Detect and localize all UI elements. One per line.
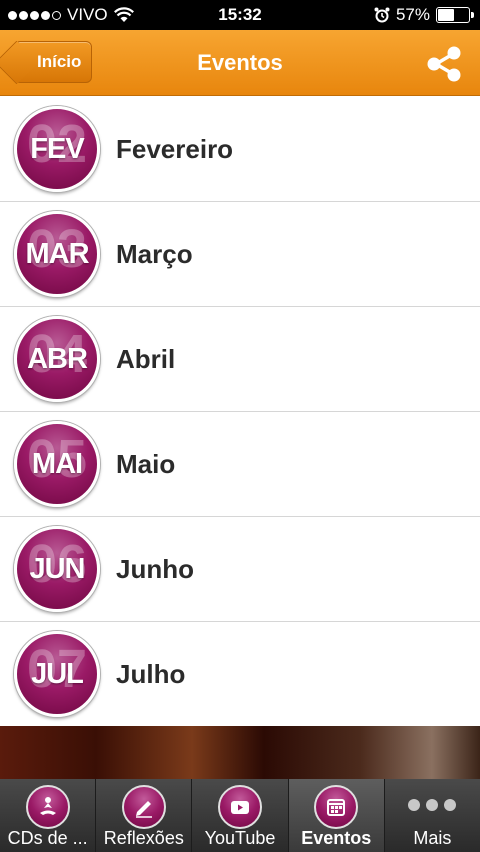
month-label: Junho xyxy=(116,554,194,584)
tab-bar: CDs de ... Reflexões YouTube Eventos Mai… xyxy=(0,779,480,852)
battery-percent: 57% xyxy=(395,5,430,24)
month-abbreviation: JUN xyxy=(29,553,85,585)
month-label: Fevereiro xyxy=(116,134,234,164)
tab-eventos[interactable]: Eventos xyxy=(288,779,385,852)
month-label: Maio xyxy=(116,449,176,479)
share-icon[interactable] xyxy=(424,44,464,84)
tab-reflexoes[interactable]: Reflexões xyxy=(96,779,193,852)
month-row-marco[interactable]: 03 MAR Março xyxy=(0,202,480,307)
month-row-maio[interactable]: 05 MAI Maio xyxy=(0,412,480,517)
tab-label: YouTube xyxy=(204,828,276,848)
background-photo xyxy=(0,726,480,780)
month-row-abril[interactable]: 04 ABR Abril xyxy=(0,307,480,412)
tab-label: CDs de ... xyxy=(7,828,88,848)
pencil-icon xyxy=(121,785,166,829)
page-title: Eventos xyxy=(197,50,283,75)
month-abbreviation: ABR xyxy=(27,343,88,375)
meditation-icon xyxy=(25,785,70,829)
tab-youtube[interactable]: YouTube xyxy=(192,779,289,852)
month-badge: 07 JUL xyxy=(14,631,100,717)
tab-label: Reflexões xyxy=(103,828,184,848)
battery-icon xyxy=(436,7,474,23)
month-badge: 04 ABR xyxy=(14,316,100,402)
tab-label: Mais xyxy=(413,828,452,848)
month-badge: 06 JUN xyxy=(14,526,100,612)
month-abbreviation: JUL xyxy=(31,658,84,690)
month-row-fevereiro[interactable]: 02 FEV Fevereiro xyxy=(0,97,480,202)
month-row-julho[interactable]: 07 JUL Julho xyxy=(0,622,480,727)
month-badge: 03 MAR xyxy=(14,211,100,297)
status-right: 57% xyxy=(374,5,474,25)
more-icon xyxy=(408,799,457,811)
tab-mais[interactable]: Mais xyxy=(385,779,480,852)
navigation-bar: Início Eventos xyxy=(0,30,480,96)
status-bar: VIVO 15:32 57% xyxy=(0,0,480,30)
month-abbreviation: MAI xyxy=(31,448,83,480)
youtube-icon xyxy=(218,785,262,829)
month-label: Março xyxy=(116,239,193,269)
month-label: Abril xyxy=(116,344,176,374)
month-badge: 05 MAI xyxy=(14,421,100,507)
tab-cds[interactable]: CDs de ... xyxy=(0,779,97,852)
month-label: Julho xyxy=(116,659,186,689)
tab-label: Eventos xyxy=(301,828,372,848)
month-row-junho[interactable]: 06 JUN Junho xyxy=(0,517,480,622)
events-month-list: 02 FEV Fevereiro 03 MAR Março 04 ABR Abr… xyxy=(0,97,480,727)
month-abbreviation: MAR xyxy=(25,238,89,270)
month-badge: 02 FEV xyxy=(14,106,100,192)
month-abbreviation: FEV xyxy=(30,133,84,165)
calendar-icon xyxy=(314,785,359,829)
alarm-icon xyxy=(374,7,390,23)
